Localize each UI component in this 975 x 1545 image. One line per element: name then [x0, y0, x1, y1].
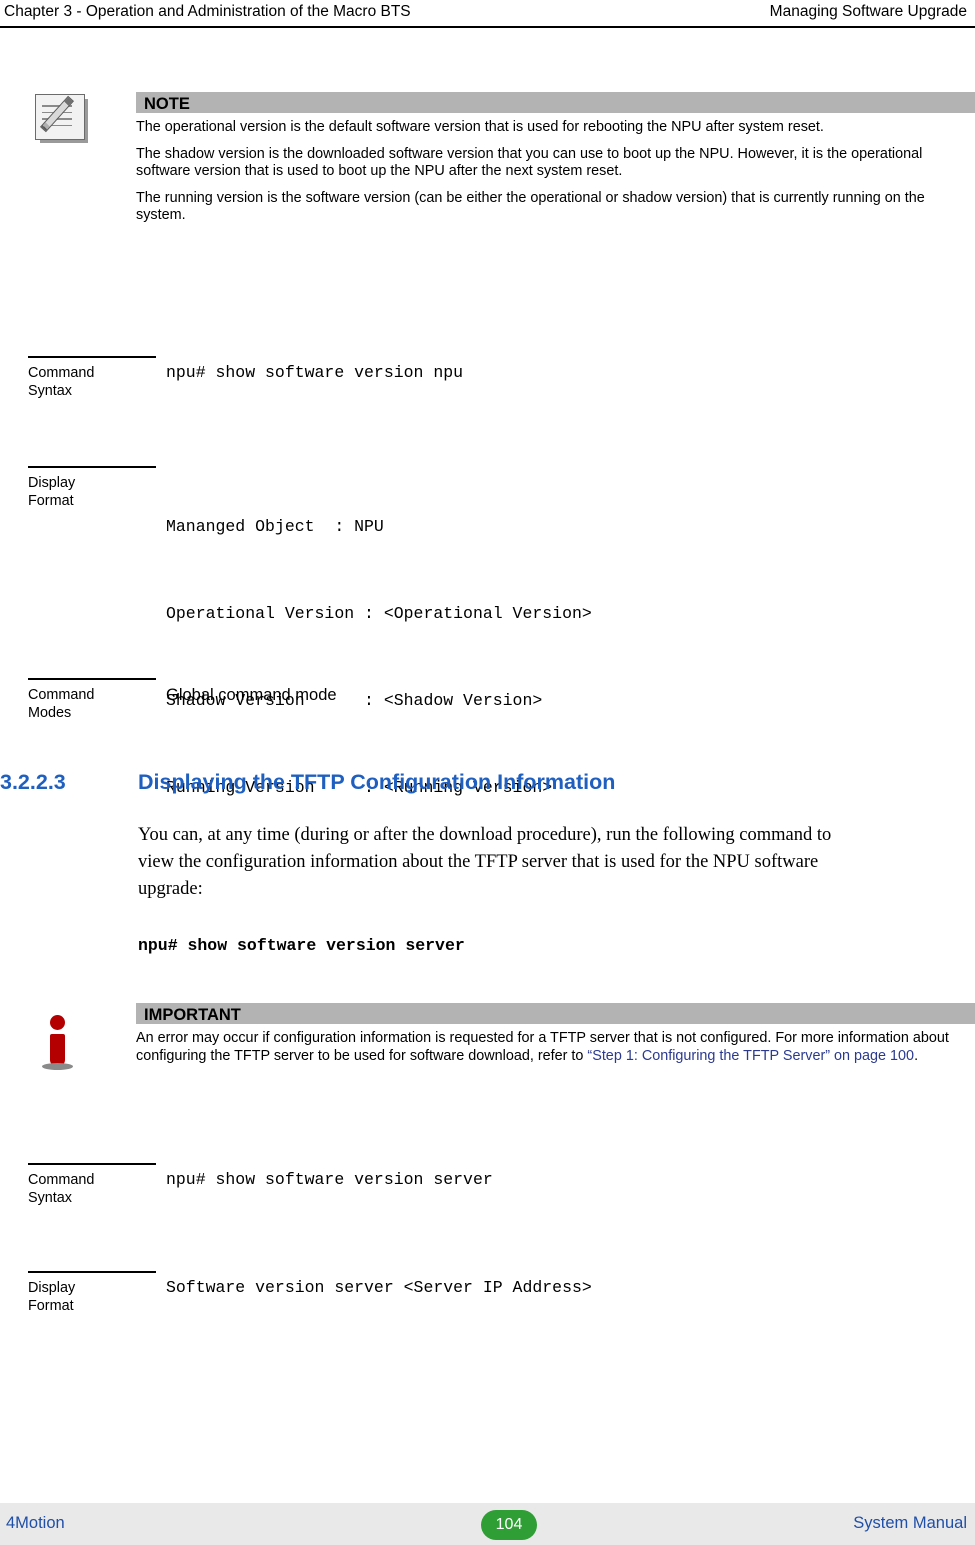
- display-format-line-1: Mananged Object : NPU: [166, 517, 384, 536]
- important-cross-reference-link[interactable]: “Step 1: Configuring the TFTP Server” on…: [587, 1048, 914, 1064]
- note-paragraph-3: The running version is the software vers…: [136, 189, 925, 224]
- important-info-icon: [38, 1015, 82, 1073]
- display-format-block-1: Display Format Mananged Object : NPU Ope…: [28, 466, 968, 797]
- command-syntax-label-2: Command Syntax: [28, 1163, 156, 1207]
- command-syntax-label-line1: Command: [28, 365, 95, 381]
- command-syntax-2-label-line1: Command: [28, 1172, 95, 1188]
- note-paragraph-2: The shadow version is the downloaded sof…: [136, 145, 923, 180]
- important-text-after-link: .: [914, 1047, 919, 1064]
- header-divider: [0, 26, 975, 28]
- command-syntax-label-line2: Syntax: [28, 383, 72, 399]
- note-icon-sheet: [35, 94, 85, 140]
- important-callout-title: IMPORTANT: [136, 1003, 975, 1024]
- important-callout-body: An error may occur if configuration info…: [136, 1024, 972, 1065]
- display-format-line-2: Operational Version : <Operational Versi…: [166, 604, 592, 623]
- display-format-2-label-line1: Display: [28, 1280, 76, 1296]
- command-syntax-2-label-line2: Syntax: [28, 1190, 72, 1206]
- important-icon-base: [42, 1063, 73, 1070]
- command-modes-block: Command Modes Global command mode: [28, 678, 968, 758]
- section-title: Displaying the TFTP Configuration Inform…: [138, 770, 616, 794]
- command-syntax-value-2: npu# show software version server: [166, 1170, 493, 1189]
- command-modes-label-line2: Modes: [28, 705, 72, 721]
- footer-manual-name: System Manual: [853, 1514, 967, 1532]
- note-callout: NOTE The operational version is the defa…: [136, 92, 975, 225]
- command-syntax-label-1: Command Syntax: [28, 356, 156, 400]
- note-pencil-icon: [35, 94, 93, 146]
- section-number: 3.2.2.3: [0, 770, 66, 794]
- command-modes-label: Command Modes: [28, 678, 156, 722]
- display-format-block-2: Display Format Software version server <…: [28, 1271, 968, 1361]
- header-section-title: Managing Software Upgrade: [769, 3, 967, 20]
- command-modes-value: Global command mode: [166, 686, 337, 704]
- display-format-label-1: Display Format: [28, 466, 156, 510]
- command-syntax-block-1: Command Syntax npu# show software versio…: [28, 356, 968, 456]
- important-callout: IMPORTANT An error may occur if configur…: [136, 1003, 975, 1065]
- command-modes-label-line1: Command: [28, 687, 95, 703]
- important-icon-dot: [50, 1015, 65, 1030]
- note-callout-body: The operational version is the default s…: [136, 113, 936, 225]
- command-syntax-block-2: Command Syntax npu# show software versio…: [28, 1163, 968, 1263]
- display-format-2-label-line2: Format: [28, 1298, 74, 1314]
- display-format-value-2: Software version server <Server IP Addre…: [166, 1278, 592, 1297]
- footer-page-number: 104: [481, 1510, 537, 1540]
- section-body-paragraph: You can, at any time (during or after th…: [138, 825, 832, 899]
- footer-product-name: 4Motion: [6, 1514, 65, 1532]
- header-chapter-title: Chapter 3 - Operation and Administration…: [4, 3, 411, 20]
- important-icon-stem: [50, 1034, 65, 1066]
- display-format-label-line2: Format: [28, 493, 74, 509]
- display-format-label-2: Display Format: [28, 1271, 156, 1315]
- inline-command-text: npu# show software version server: [138, 936, 465, 955]
- command-syntax-value-1: npu# show software version npu: [166, 363, 464, 382]
- important-paragraph: An error may occur if configuration info…: [136, 1030, 972, 1065]
- page-footer: 4Motion 104 System Manual: [0, 1503, 975, 1545]
- display-format-label-line1: Display: [28, 475, 76, 491]
- note-paragraph-1: The operational version is the default s…: [136, 119, 824, 135]
- document-page: Chapter 3 - Operation and Administration…: [0, 0, 975, 1545]
- note-callout-title: NOTE: [136, 92, 975, 113]
